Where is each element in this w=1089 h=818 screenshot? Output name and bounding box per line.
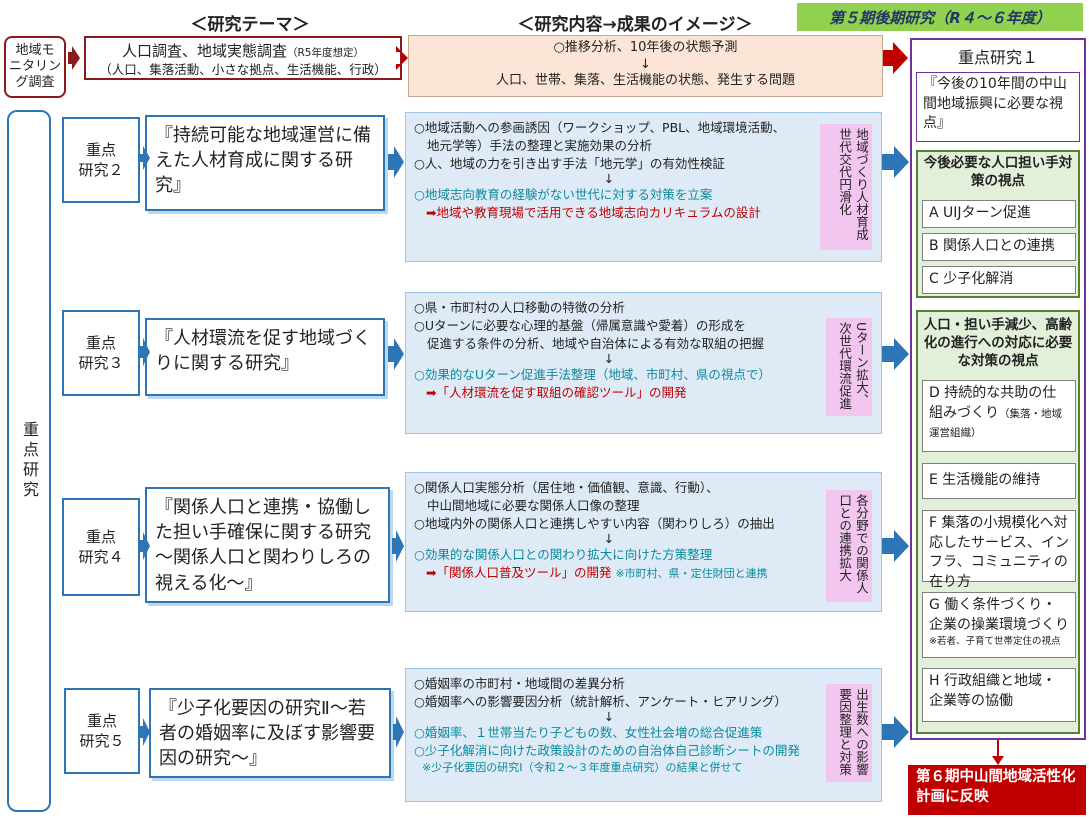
research-3-arrow-b bbox=[388, 338, 404, 370]
connector-arrows bbox=[68, 42, 1004, 765]
research-5-arrow-a bbox=[140, 718, 150, 746]
research-3-arrow-a bbox=[140, 338, 150, 366]
research-4-arrow-a bbox=[140, 532, 150, 560]
research-2-arrow-a bbox=[140, 146, 150, 170]
research-4-arrow-c bbox=[882, 530, 909, 562]
research-4-arrow-b bbox=[392, 530, 404, 562]
research-5-arrow-b bbox=[393, 716, 404, 748]
final-down-arrow-head bbox=[992, 756, 1004, 765]
research-3-arrow-c bbox=[882, 338, 909, 370]
research-2-arrow-b bbox=[388, 146, 404, 178]
monitoring-arrow-2 bbox=[396, 46, 408, 70]
research-5-arrow-c bbox=[882, 716, 909, 748]
monitoring-arrow-1 bbox=[68, 46, 80, 70]
research-2-arrow-c bbox=[882, 146, 909, 178]
monitoring-arrow-3 bbox=[883, 42, 908, 74]
